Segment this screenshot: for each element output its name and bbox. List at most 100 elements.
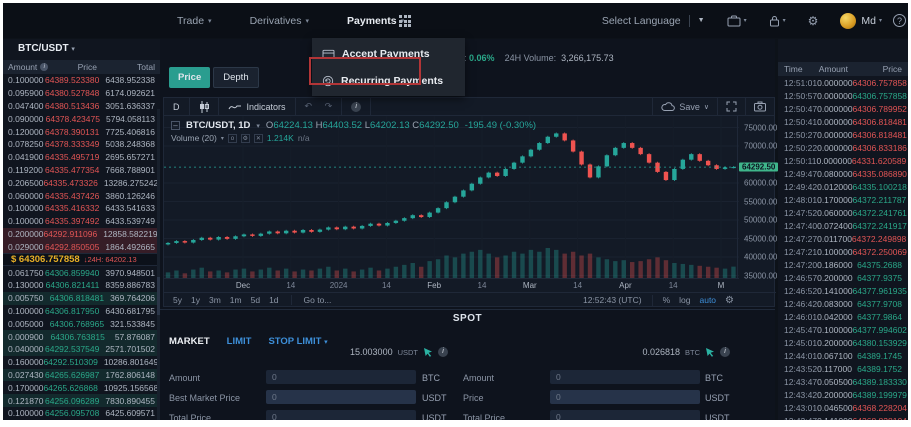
orderbook-ask-row[interactable]: 0.09590064380.5278486174.092621 <box>3 87 160 100</box>
security-menu[interactable]: ▾ <box>769 15 786 27</box>
undo-redo[interactable]: ↶ ↷ <box>296 98 343 116</box>
trade-history-row[interactable]: 12:43:420.20000064389.199979 <box>778 388 908 401</box>
sell-price-input[interactable] <box>550 390 700 404</box>
tab-price[interactable]: Price <box>169 67 210 88</box>
sell-amount-input[interactable] <box>550 370 700 384</box>
orderbook-ask-row[interactable]: 0.02900064292.8505051864.492665 <box>3 240 160 253</box>
trade-history-row[interactable]: 12:49:470.08000064335.086890 <box>778 167 908 180</box>
buy-amount-input[interactable] <box>266 370 416 384</box>
orders-menu[interactable]: ▾ <box>727 15 747 27</box>
orderbook-bid-row[interactable]: 0.00575064306.818481369.764206 <box>3 292 160 305</box>
buy-price-input[interactable] <box>266 390 416 404</box>
tab-depth[interactable]: Depth <box>213 67 258 88</box>
orderbook-ask-row[interactable]: 0.20000064292.91109612858.582219 <box>3 228 160 241</box>
apps-grid-icon[interactable] <box>399 15 411 27</box>
trade-history-row[interactable]: 12:43:010.04650064368.228204 <box>778 401 908 414</box>
orderbook-ask-row[interactable]: 0.11920064335.4773547668.788901 <box>3 164 160 177</box>
trade-history-row[interactable]: 12:45:010.20000064380.153929 <box>778 336 908 349</box>
price-axis[interactable]: 75000.0070000.0060000.0055000.0050000.00… <box>737 116 774 278</box>
pair-selector[interactable]: BTC/USDT ▾ <box>3 39 160 57</box>
trade-history-row[interactable]: 12:47:210.10000064372.250069 <box>778 245 908 258</box>
menu-item-accept-payments[interactable]: Accept Payments <box>312 40 465 67</box>
trade-history-row[interactable]: 12:47:520.06000064372.241761 <box>778 206 908 219</box>
orderbook-bid-row[interactable]: 0.00090064306.76381557.876087 <box>3 330 160 343</box>
orderbook-bid-row[interactable]: 0.02743064265.6269871762.806148 <box>3 369 160 382</box>
timeframe-3m[interactable]: 3m <box>209 295 221 305</box>
fullscreen-button[interactable] <box>717 98 745 116</box>
trade-history-row[interactable]: 12:49:420.01200064335.100218 <box>778 180 908 193</box>
collapse-icon[interactable]: – <box>171 121 180 130</box>
orderbook-bid-row[interactable]: 0.00500064306.768965321.533845 <box>3 317 160 330</box>
scale-mode-auto[interactable]: auto <box>699 295 716 305</box>
scale-mode-log[interactable]: log <box>679 295 690 305</box>
orderbook-ask-row[interactable]: 0.10000064335.3974926433.539749 <box>3 215 160 228</box>
save-layout-button[interactable]: Save ∨ <box>652 98 717 116</box>
orderbook-bid-row[interactable]: 0.06175064306.8599403970.948501 <box>3 266 160 279</box>
nav-payments[interactable]: Payments▾ <box>347 15 404 27</box>
trade-history-row[interactable]: 12:50:410.00000064306.818481 <box>778 115 908 128</box>
orderbook-ask-row[interactable]: 0.10000064389.5233806438.952338 <box>3 74 160 87</box>
trade-history-row[interactable]: 12:46:570.20000064377.9375 <box>778 271 908 284</box>
trade-history-row[interactable]: 12:47:200.18600064375.2688 <box>778 258 908 271</box>
trade-history-row[interactable]: 12:50:220.00000064306.833186 <box>778 141 908 154</box>
user-menu[interactable]: Md ▾ <box>840 13 882 29</box>
orderbook-bid-row[interactable]: 0.10000064256.0957086425.609571 <box>3 407 160 420</box>
trade-history-row[interactable]: 12:50:570.00000064306.757858 <box>778 89 908 102</box>
trade-history-row[interactable]: 12:43:470.05050064389.183330 <box>778 375 908 388</box>
sell-total-input[interactable] <box>550 410 700 420</box>
timeframe-1y[interactable]: 1y <box>191 295 200 305</box>
max-pointer-icon[interactable] <box>705 347 715 357</box>
orderbook-ask-row[interactable]: 0.12000064378.3901317725.406816 <box>3 125 160 138</box>
trade-history-row[interactable]: 12:47:270.01170064372.249898 <box>778 232 908 245</box>
indicators-button[interactable]: Indicators <box>219 98 296 116</box>
trade-history-row[interactable]: 12:46:520.14100064377.961935 <box>778 284 908 297</box>
nav-trade[interactable]: Trade▾ <box>177 15 212 27</box>
orderbook-bid-row[interactable]: 0.12187064256.0962897830.890455 <box>3 394 160 407</box>
buy-total-input[interactable] <box>266 410 416 420</box>
orderbook-bid-row[interactable]: 0.04000064292.5375492571.701502 <box>3 343 160 356</box>
screenshot-button[interactable] <box>745 98 774 116</box>
close-icon[interactable]: ✕ <box>254 134 263 143</box>
goto-button[interactable]: Go to... <box>291 295 332 305</box>
max-pointer-icon[interactable] <box>423 347 433 357</box>
orderbook-bid-row[interactable]: 0.13000064306.8214118359.886783 <box>3 279 160 292</box>
timeframe-5d[interactable]: 5d <box>251 295 260 305</box>
orderbook-ask-row[interactable]: 0.10000064335.4163326433.541633 <box>3 202 160 215</box>
info-icon[interactable]: i <box>40 63 48 71</box>
orderbook-ask-row[interactable]: 0.20650064335.47332613286.275242 <box>3 176 160 189</box>
orderbook-ask-row[interactable]: 0.04190064335.4957192695.657271 <box>3 151 160 164</box>
timeframe-5y[interactable]: 5y <box>173 295 182 305</box>
trade-history-row[interactable]: 12:42:470.14100064368.828104 <box>778 414 908 420</box>
chart-symbol[interactable]: BTC/USDT, 1D <box>186 120 250 131</box>
orderbook-bid-row[interactable]: 0.10000064306.8179506430.681795 <box>3 305 160 318</box>
trade-history-row[interactable]: 12:48:010.17000064372.211787 <box>778 193 908 206</box>
eye-icon[interactable]: o <box>228 134 237 143</box>
info-icon[interactable]: i <box>720 347 730 357</box>
timeframe-1d[interactable]: 1d <box>269 295 278 305</box>
orderbook-ask-row[interactable]: 0.09000064378.4234755794.058113 <box>3 112 160 125</box>
orderbook-bid-row[interactable]: 0.16000064292.51030910286.801649 <box>3 356 160 369</box>
orderbook-ask-row[interactable]: 0.07825064378.3333495038.248368 <box>3 138 160 151</box>
trade-history-row[interactable]: 12:45:470.10000064377.994602 <box>778 323 908 336</box>
trade-history-row[interactable]: 12:50:270.00000064306.818481 <box>778 128 908 141</box>
chart-settings-gear-icon[interactable]: ⚙ <box>725 295 734 306</box>
trade-history-row[interactable]: 12:44:010.06710064389.1745 <box>778 349 908 362</box>
trade-history-row[interactable]: 12:50:470.00000064306.789952 <box>778 102 908 115</box>
chart-clock[interactable]: 12:52:43 (UTC) <box>583 295 642 305</box>
interval-button[interactable]: D <box>164 98 190 116</box>
trade-history-row[interactable]: 12:50:110.00000064331.620589 <box>778 154 908 167</box>
settings-icon[interactable]: ⚙ <box>241 134 250 143</box>
volume-study-label[interactable]: Volume (20) <box>171 133 217 143</box>
language-selector[interactable]: Select Language ▼ <box>602 15 705 27</box>
timeframe-1m[interactable]: 1m <box>230 295 242 305</box>
tab-market[interactable]: MARKET <box>169 336 210 347</box>
nav-derivatives[interactable]: Derivatives▾ <box>250 15 309 27</box>
menu-item-recurring-payments[interactable]: Recurring Payments <box>312 67 465 94</box>
time-axis[interactable]: Dec14202414Feb14Mar14Apr14M <box>164 278 739 292</box>
trade-history-row[interactable]: 12:43:520.11700064389.1752 <box>778 362 908 375</box>
trade-history-row[interactable]: 12:47:400.07240064372.241917 <box>778 219 908 232</box>
help-icon[interactable]: ? <box>893 14 906 27</box>
tab-limit[interactable]: LIMIT <box>227 336 252 347</box>
scale-mode-%[interactable]: % <box>663 295 671 305</box>
trade-history-row[interactable]: 12:46:420.08300064377.9708 <box>778 297 908 310</box>
